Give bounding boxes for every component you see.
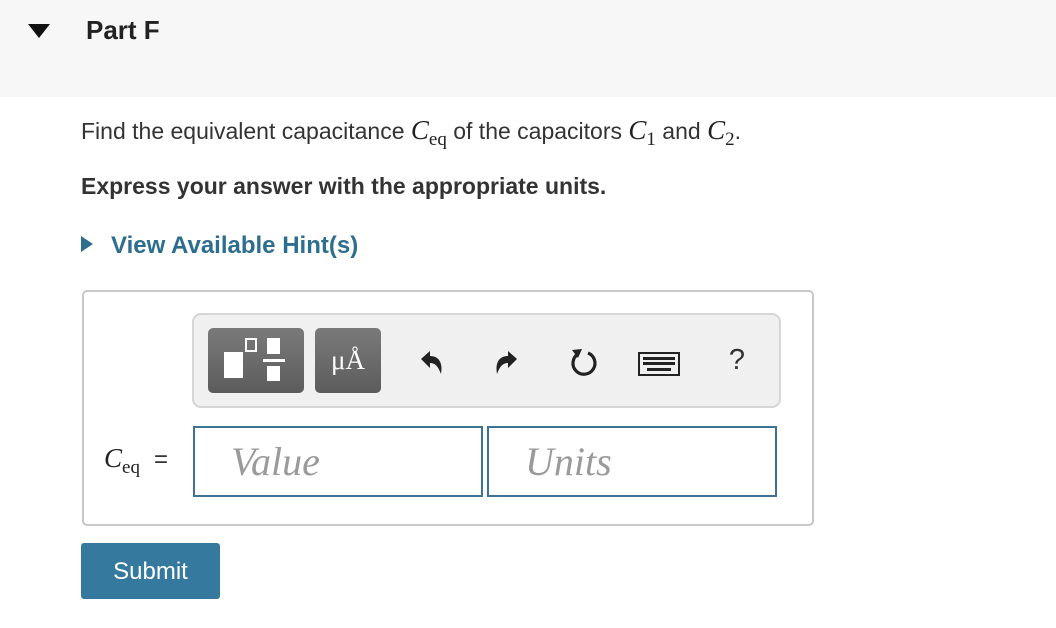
units-button-label: μÅ xyxy=(331,345,365,375)
units-input[interactable] xyxy=(487,426,777,497)
reset-icon[interactable] xyxy=(566,345,600,379)
question-end: . xyxy=(734,118,741,144)
undo-icon[interactable] xyxy=(417,347,447,377)
part-header: Part F xyxy=(0,0,1056,97)
value-input[interactable] xyxy=(193,426,483,497)
answer-instruction: Express your answer with the appropriate… xyxy=(81,173,607,199)
part-title: Part F xyxy=(86,15,160,45)
keyboard-icon[interactable] xyxy=(638,352,680,376)
equals-sign: = xyxy=(153,446,168,473)
units-button[interactable]: μÅ xyxy=(315,328,381,393)
submit-button[interactable]: Submit xyxy=(81,543,220,599)
ceq-symbol: Ceq xyxy=(410,115,447,150)
view-hints-link[interactable]: View Available Hint(s) xyxy=(81,232,358,260)
collapse-triangle-icon[interactable] xyxy=(28,24,50,38)
question-text: Find the equivalent capacitance Ceq of t… xyxy=(81,115,741,150)
lhs-symbol: Ceq xyxy=(104,443,140,478)
answer-panel: μÅ ? Ceq = xyxy=(82,290,814,526)
question-mid: of the capacitors xyxy=(446,118,629,144)
c2-symbol: C2 xyxy=(707,115,735,150)
question-and: and xyxy=(655,118,708,144)
hint-label: View Available Hint(s) xyxy=(111,232,359,259)
templates-button[interactable] xyxy=(208,328,304,393)
question-prefix: Find the equivalent capacitance xyxy=(81,118,411,144)
c1-symbol: C1 xyxy=(628,115,656,150)
math-toolbar: μÅ ? xyxy=(192,313,781,408)
expand-arrow-icon xyxy=(81,236,93,252)
help-button[interactable]: ? xyxy=(719,342,755,378)
redo-icon[interactable] xyxy=(491,347,521,377)
answer-lhs: Ceq = xyxy=(104,443,168,478)
fraction-templates-icon xyxy=(224,338,285,381)
